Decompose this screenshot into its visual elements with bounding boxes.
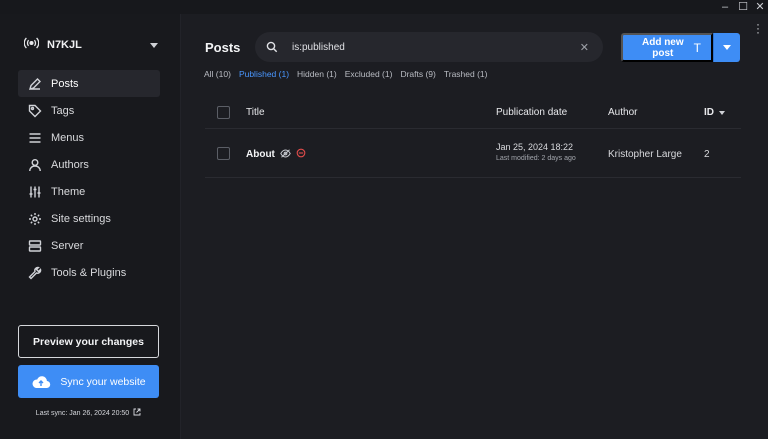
search-input[interactable] (292, 41, 562, 53)
filter-published[interactable]: Published (1) (239, 69, 289, 79)
search-bar[interactable]: ✕ (255, 32, 603, 62)
pen-icon (28, 77, 42, 91)
table-row[interactable]: About Jan 25, 2024 18:22 Last modified: … (205, 130, 741, 178)
sidebar-item-theme[interactable]: Theme (18, 178, 160, 205)
chevron-down-icon (723, 45, 731, 50)
preview-changes-button[interactable]: Preview your changes (18, 325, 159, 358)
sidebar-item-label: Authors (51, 158, 89, 171)
post-filters: All (10) Published (1) Hidden (1) Exclud… (204, 69, 495, 79)
sidebar-item-menus[interactable]: Menus (18, 124, 160, 151)
sidebar-item-site-settings[interactable]: Site settings (18, 205, 160, 232)
column-id-label: ID (704, 107, 714, 118)
sidebar-nav: Posts Tags Menus Authors Theme Site sett… (18, 70, 160, 286)
filter-excluded[interactable]: Excluded (1) (345, 69, 393, 79)
search-icon (266, 41, 278, 53)
sidebar-item-label: Site settings (51, 212, 111, 225)
tag-icon (28, 104, 42, 118)
filter-all[interactable]: All (10) (204, 69, 231, 79)
column-publication-date[interactable]: Publication date (496, 107, 567, 118)
last-modified: Last modified: 2 days ago (496, 155, 576, 162)
site-name: N7KJL (47, 39, 82, 51)
excluded-icon (296, 148, 306, 161)
sidebar-item-posts[interactable]: Posts (18, 70, 160, 97)
sidebar-item-tags[interactable]: Tags (18, 97, 160, 124)
more-options-icon[interactable]: · · · (754, 18, 762, 38)
sidebar-item-label: Posts (51, 77, 79, 90)
user-icon (28, 158, 42, 172)
post-title[interactable]: About (246, 149, 275, 160)
cloud-upload-icon (31, 375, 51, 389)
id-cell: 2 (704, 149, 710, 160)
column-id[interactable]: ID (704, 107, 725, 118)
close-button[interactable]: ✕ (751, 0, 768, 14)
sidebar-item-label: Menus (51, 131, 85, 144)
server-icon (28, 239, 42, 253)
author-cell: Kristopher Large (608, 149, 682, 160)
sidebar-item-tools-plugins[interactable]: Tools & Plugins (18, 259, 160, 286)
sidebar-item-authors[interactable]: Authors (18, 151, 160, 178)
post-title-cell[interactable]: About (246, 148, 306, 161)
column-title[interactable]: Title (246, 107, 265, 118)
publication-date: Jan 25, 2024 18:22 (496, 142, 574, 152)
sort-desc-icon (719, 110, 725, 115)
filter-trashed[interactable]: Trashed (1) (444, 69, 488, 79)
row-checkbox[interactable] (217, 147, 230, 160)
add-new-post-button[interactable]: Add new post T (621, 33, 713, 62)
last-sync-status: Last sync: Jan 26, 2024 20:50 (18, 408, 159, 418)
sidebar-item-server[interactable]: Server (18, 232, 160, 259)
add-post-type-dropdown[interactable] (713, 33, 740, 62)
window-titlebar: – ☐ ✕ (0, 0, 768, 14)
filter-drafts[interactable]: Drafts (9) (400, 69, 435, 79)
add-new-post-label: Add new post (641, 36, 684, 59)
hidden-eye-icon (280, 148, 291, 161)
sidebar-item-label: Server (51, 239, 84, 252)
broadcast-icon (23, 36, 40, 54)
chevron-down-icon (150, 42, 158, 48)
clear-search-icon[interactable]: ✕ (580, 41, 589, 54)
column-author[interactable]: Author (608, 107, 637, 118)
maximize-button[interactable]: ☐ (734, 0, 752, 14)
sync-website-button[interactable]: Sync your website (18, 365, 159, 398)
menu-icon (28, 131, 42, 145)
external-link-icon[interactable] (133, 408, 141, 418)
publication-date-cell: Jan 25, 2024 18:22 Last modified: 2 days… (496, 142, 576, 162)
sidebar-item-label: Theme (51, 185, 86, 198)
sidebar-item-label: Tools & Plugins (51, 266, 127, 279)
select-all-checkbox[interactable] (217, 106, 230, 119)
sync-website-label: Sync your website (60, 375, 146, 388)
site-switcher[interactable]: N7KJL (23, 36, 158, 54)
gear-icon (28, 212, 42, 226)
filter-hidden[interactable]: Hidden (1) (297, 69, 337, 79)
table-header: Title Publication date Author ID (205, 96, 741, 129)
sidebar-item-label: Tags (51, 104, 75, 117)
minimize-button[interactable]: – (716, 0, 734, 14)
page-title: Posts (205, 40, 241, 55)
last-sync-text: Last sync: Jan 26, 2024 20:50 (35, 409, 130, 417)
sliders-icon (28, 185, 42, 199)
wrench-icon (28, 266, 42, 280)
text-format-icon: T (693, 40, 701, 55)
